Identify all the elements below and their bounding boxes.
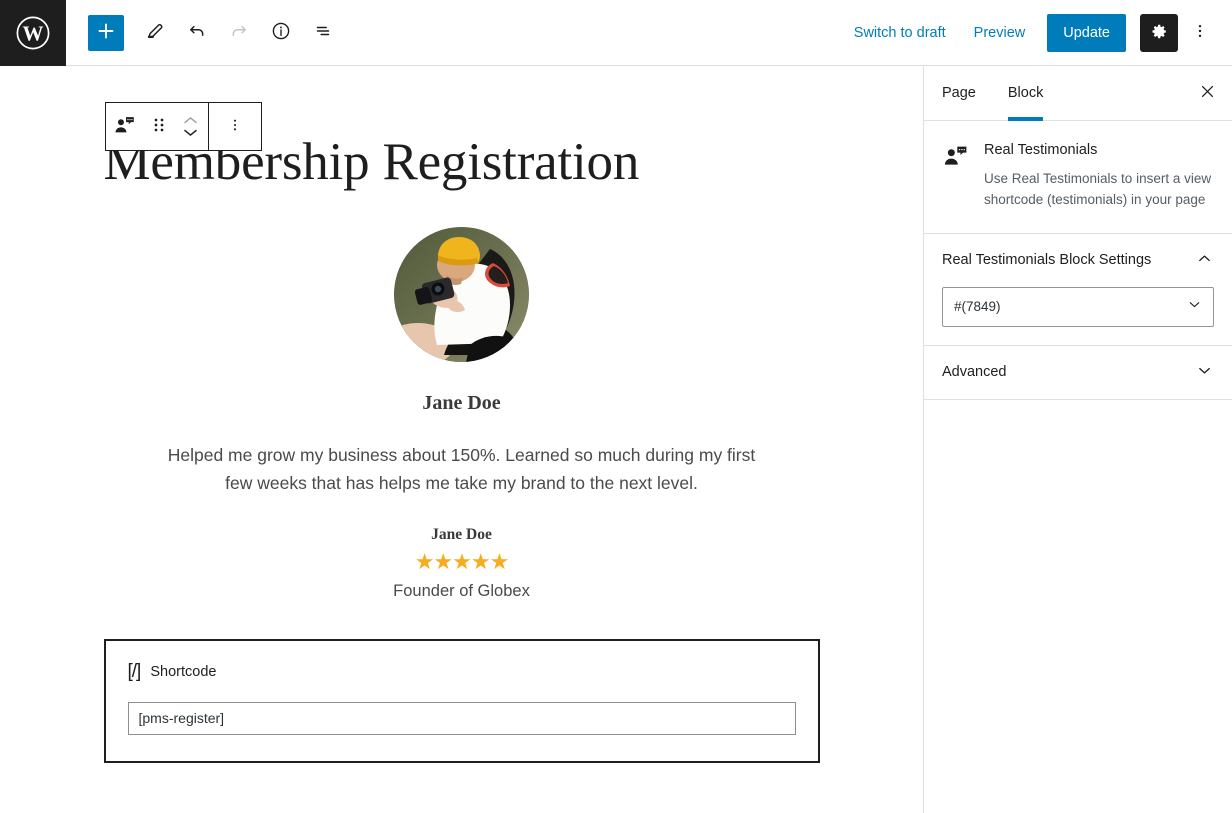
testimonial-person-speech-icon [113, 114, 136, 140]
testimonial-person-speech-icon [942, 146, 969, 174]
panel-advanced: Advanced [924, 346, 1232, 400]
move-down-button[interactable] [182, 127, 199, 138]
editor-top-bar: W Switch to draft Preview Update [0, 0, 1232, 66]
shortcode-input[interactable] [127, 701, 796, 735]
testimonial-select-wrap: #(7849) [942, 286, 1214, 327]
testimonial-block[interactable]: Jane Doe Helped me grow my business abou… [104, 226, 820, 601]
more-options-button[interactable] [1182, 14, 1218, 52]
editor-canvas: Membership Registration Jane Doe Helped … [0, 66, 924, 813]
photographer-avatar-photo [394, 226, 529, 362]
block-toolbar-main-group [106, 103, 208, 150]
drag-handle-dots-icon [152, 115, 166, 138]
panel-title: Advanced [942, 364, 1007, 381]
testimonial-star-rating: ★★★★★ [414, 548, 510, 574]
top-bar-right-actions: Switch to draft Preview Update [840, 13, 1232, 52]
testimonial-view-select[interactable]: #(7849) [942, 286, 1214, 327]
update-button[interactable]: Update [1047, 13, 1126, 52]
close-x-icon [1198, 82, 1217, 104]
tab-page[interactable]: Page [924, 66, 992, 120]
wordpress-logo-button[interactable]: W [0, 0, 66, 66]
shortcode-block-header: [/] Shortcode [128, 661, 796, 683]
settings-sidebar-toggle-button[interactable] [1140, 13, 1178, 52]
top-bar-left-tools [66, 14, 342, 52]
testimonial-quote: Helped me grow my business about 150%. L… [167, 444, 756, 494]
testimonial-author: Jane Doe [431, 525, 492, 543]
editor-content-wrapper: Membership Registration Jane Doe Helped … [103, 66, 820, 763]
plus-icon [96, 21, 116, 44]
undo-arrow-icon [186, 20, 208, 45]
shortcode-icon: [/] [127, 660, 142, 682]
redo-arrow-icon [228, 20, 250, 45]
block-card-text: Real Testimonials Use Real Testimonials … [984, 141, 1214, 211]
vertical-ellipsis-icon [226, 116, 244, 137]
sidebar-tabs: Page Block [924, 66, 1232, 121]
wordpress-logo-icon: W [15, 15, 51, 51]
block-type-button[interactable] [106, 103, 144, 150]
add-block-button[interactable] [88, 14, 124, 51]
panel-toggle-block-settings[interactable]: Real Testimonials Block Settings [942, 234, 1214, 287]
testimonial-name-heading: Jane Doe [422, 391, 501, 414]
avatar [394, 226, 529, 362]
info-circle-icon [270, 20, 292, 45]
tab-block[interactable]: Block [992, 66, 1059, 121]
details-button[interactable] [262, 14, 300, 52]
switch-to-draft-button[interactable]: Switch to draft [840, 17, 960, 49]
list-view-button[interactable] [304, 14, 342, 52]
close-sidebar-button[interactable] [1182, 66, 1232, 120]
chevron-down-icon [1195, 361, 1214, 383]
redo-button[interactable] [220, 14, 258, 52]
chevron-up-icon [1195, 249, 1214, 271]
block-card-icon-wrap [942, 141, 970, 211]
block-more-options-button[interactable] [209, 103, 261, 150]
block-card-description: Use Real Testimonials to insert a view s… [984, 170, 1212, 207]
block-card-title: Real Testimonials [984, 142, 1098, 158]
undo-button[interactable] [178, 14, 216, 52]
shortcode-block[interactable]: [/] Shortcode [103, 638, 820, 763]
svg-text:W: W [23, 21, 44, 45]
block-mover-buttons [174, 103, 208, 150]
drag-handle-button[interactable] [144, 103, 174, 150]
block-toolbar-options-group [209, 103, 261, 150]
panel-toggle-advanced[interactable]: Advanced [942, 346, 1214, 399]
vertical-ellipsis-icon [1190, 21, 1210, 44]
settings-sidebar: Page Block Real Testimonials Use Real Te… [924, 66, 1232, 813]
block-toolbar [104, 102, 262, 151]
tools-pencil-button[interactable] [136, 14, 174, 52]
pencil-edit-icon [144, 20, 166, 45]
list-view-icon [312, 20, 334, 45]
testimonial-role: Founder of Globex [393, 581, 530, 600]
preview-button[interactable]: Preview [960, 17, 1040, 49]
gear-icon [1150, 22, 1169, 44]
shortcode-block-label: Shortcode [150, 663, 217, 680]
panel-real-testimonials-block-settings: Real Testimonials Block Settings #(7849) [924, 234, 1232, 346]
panel-title: Real Testimonials Block Settings [942, 252, 1152, 269]
block-info-card: Real Testimonials Use Real Testimonials … [924, 121, 1232, 234]
move-up-button[interactable] [182, 115, 199, 126]
